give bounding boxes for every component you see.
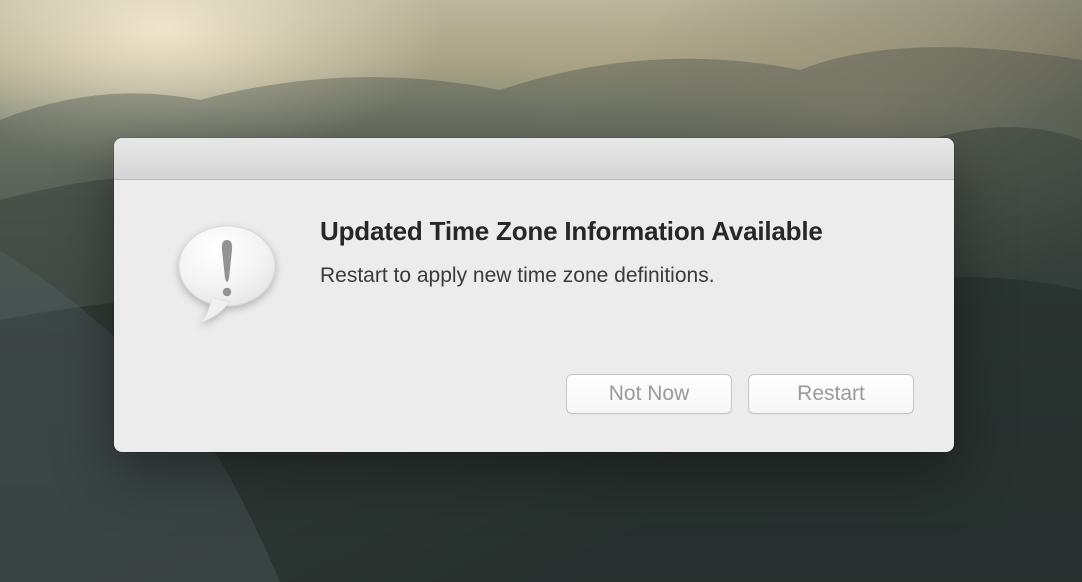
restart-button[interactable]: Restart [748,374,914,414]
dialog-icon-column [152,208,302,428]
dialog-body: Updated Time Zone Information Available … [114,180,954,452]
dialog-titlebar [114,138,954,180]
not-now-button[interactable]: Not Now [566,374,732,414]
alert-icon [167,216,287,336]
dialog-message: Restart to apply new time zone definitio… [320,261,916,290]
dialog-button-row: Not Now Restart [566,374,914,414]
alert-dialog: Updated Time Zone Information Available … [114,138,954,452]
dialog-title: Updated Time Zone Information Available [320,216,916,247]
